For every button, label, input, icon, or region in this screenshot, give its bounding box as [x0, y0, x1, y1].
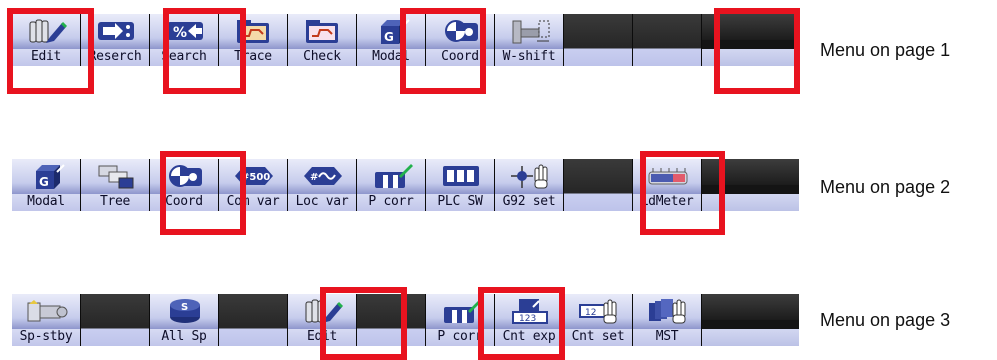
softkey-search[interactable]: % Search [150, 14, 219, 66]
softkey-label: P corr [368, 194, 414, 209]
softkey-label: Trace [234, 49, 272, 64]
svg-text:S: S [181, 302, 188, 313]
softkey-label: LdMeter [640, 194, 694, 209]
g92-set-hand-icon [509, 162, 551, 190]
workpiece-shift-icon [509, 17, 551, 45]
softkey-edit[interactable]: Edit [288, 294, 357, 346]
parameter-correction-icon [371, 162, 413, 190]
softkey-label: Edit [30, 49, 62, 64]
softkey-loc-var[interactable]: # Loc var [288, 159, 357, 211]
softkey-empty[interactable] [81, 294, 150, 346]
softkey-label: Search [161, 49, 207, 64]
edit-hand-pen-icon [26, 17, 68, 45]
all-spindle-s-icon: S [164, 297, 206, 325]
softkey-cnt-exp[interactable]: 123 Cnt exp [495, 294, 564, 346]
menu-bar-page-1: Edit Reserch % Search Trace Check G Moda… [12, 14, 799, 66]
softkey-label: G92 set [502, 194, 556, 209]
softkey-label [564, 49, 632, 65]
softkey-reserch[interactable]: Reserch [81, 14, 150, 66]
mst-cards-hand-icon [647, 297, 689, 325]
caption-page-3: Menu on page 3 [820, 310, 951, 330]
softkey-ldmeter[interactable]: LdMeter [633, 159, 702, 211]
softkey-label: Coord [165, 194, 203, 209]
softkey-cnt-set[interactable]: 12 Cnt set [564, 294, 633, 346]
tree-tabs-icon [95, 162, 137, 190]
svg-text:G: G [384, 30, 394, 44]
softkey-check[interactable]: Check [288, 14, 357, 66]
softkey-label: Check [303, 49, 341, 64]
softkey-label [564, 194, 632, 210]
softkey-label: Tree [99, 194, 131, 209]
softkey-edit[interactable]: Edit [12, 14, 81, 66]
softkey-label [81, 329, 149, 345]
modal-g-cube-icon: G [371, 17, 413, 45]
coordinate-target-icon [440, 17, 482, 45]
softkey-modal[interactable]: G Modal [12, 159, 81, 211]
softkey-mst[interactable]: MST [633, 294, 702, 346]
softkey-label: Cnt exp [502, 329, 556, 344]
load-meter-icon [647, 162, 689, 190]
softkey-label: P corr [437, 329, 483, 344]
softkey-empty[interactable] [219, 294, 288, 346]
softkey-label [219, 329, 287, 345]
coordinate-target-icon [164, 162, 206, 190]
softkey-label [633, 49, 701, 65]
softkey-label: PLC SW [437, 194, 483, 209]
parameter-correction-icon [440, 297, 482, 325]
softkey-trace[interactable]: Trace [219, 14, 288, 66]
softkey-all-sp[interactable]: S All Sp [150, 294, 219, 346]
common-variable-500-icon: #500 [233, 162, 275, 190]
check-folder-icon [302, 17, 344, 45]
softkey-label: Coord [441, 49, 479, 64]
softkey-p-corr[interactable]: P corr [357, 159, 426, 211]
softkey-label: MST [655, 329, 679, 344]
softkey-com-var[interactable]: #500 Com var [219, 159, 288, 211]
caption-page-2: Menu on page 2 [820, 177, 951, 197]
modal-g-cube-icon: G [26, 162, 68, 190]
plc-switch-icon [440, 162, 482, 190]
softkey-label: Loc var [295, 194, 349, 209]
svg-text:G: G [39, 175, 49, 189]
softkey-w-shift[interactable]: W-shift [495, 14, 564, 66]
softkey-tree[interactable]: Tree [81, 159, 150, 211]
softkey-sp-stby[interactable]: Sp-stby [12, 294, 81, 346]
softkey-g92-set[interactable]: G92 set [495, 159, 564, 211]
softkey-label: Sp-stby [19, 329, 73, 344]
counter-expand-123-icon: 123 [509, 297, 551, 325]
softkey-label: Edit [306, 329, 338, 344]
svg-text:#: # [310, 172, 318, 183]
trace-folder-icon [233, 17, 275, 45]
softkey-plc-sw[interactable]: PLC SW [426, 159, 495, 211]
spindle-standby-icon [26, 297, 68, 325]
percent-arrow-icon: % [164, 17, 206, 45]
softkey-label: Cnt set [571, 329, 625, 344]
svg-text:%: % [173, 25, 187, 41]
svg-text:12: 12 [585, 308, 596, 318]
softkey-empty[interactable] [564, 14, 633, 66]
softkey-coord[interactable]: Coord [426, 14, 495, 66]
softkey-modal[interactable]: G Modal [357, 14, 426, 66]
edit-hand-pen-icon [302, 297, 344, 325]
svg-text:#500: #500 [241, 172, 270, 183]
softkey-coord[interactable]: Coord [150, 159, 219, 211]
svg-text:123: 123 [519, 314, 536, 324]
softkey-label [357, 329, 425, 345]
softkey-empty[interactable] [357, 294, 426, 346]
softkey-label: Reserch [88, 49, 142, 64]
softkey-label: Com var [226, 194, 280, 209]
softkey-label: All Sp [161, 329, 207, 344]
softkey-empty[interactable] [633, 14, 702, 66]
arrow-right-colon-icon [95, 17, 137, 45]
softkey-label: W-shift [502, 49, 556, 64]
local-variable-wave-icon: # [302, 162, 344, 190]
menu-bar-page-3: Sp-stby S All Sp Edit P corr 123 Cnt exp… [12, 294, 799, 346]
softkey-label: Modal [372, 49, 410, 64]
menu-bar-page-2: G Modal Tree Coord #500 Com var # Loc va… [12, 159, 799, 211]
caption-page-1: Menu on page 1 [820, 40, 951, 60]
softkey-p-corr[interactable]: P corr [426, 294, 495, 346]
counter-set-hand-icon: 12 [578, 297, 620, 325]
softkey-empty[interactable] [564, 159, 633, 211]
softkey-label: Modal [27, 194, 65, 209]
